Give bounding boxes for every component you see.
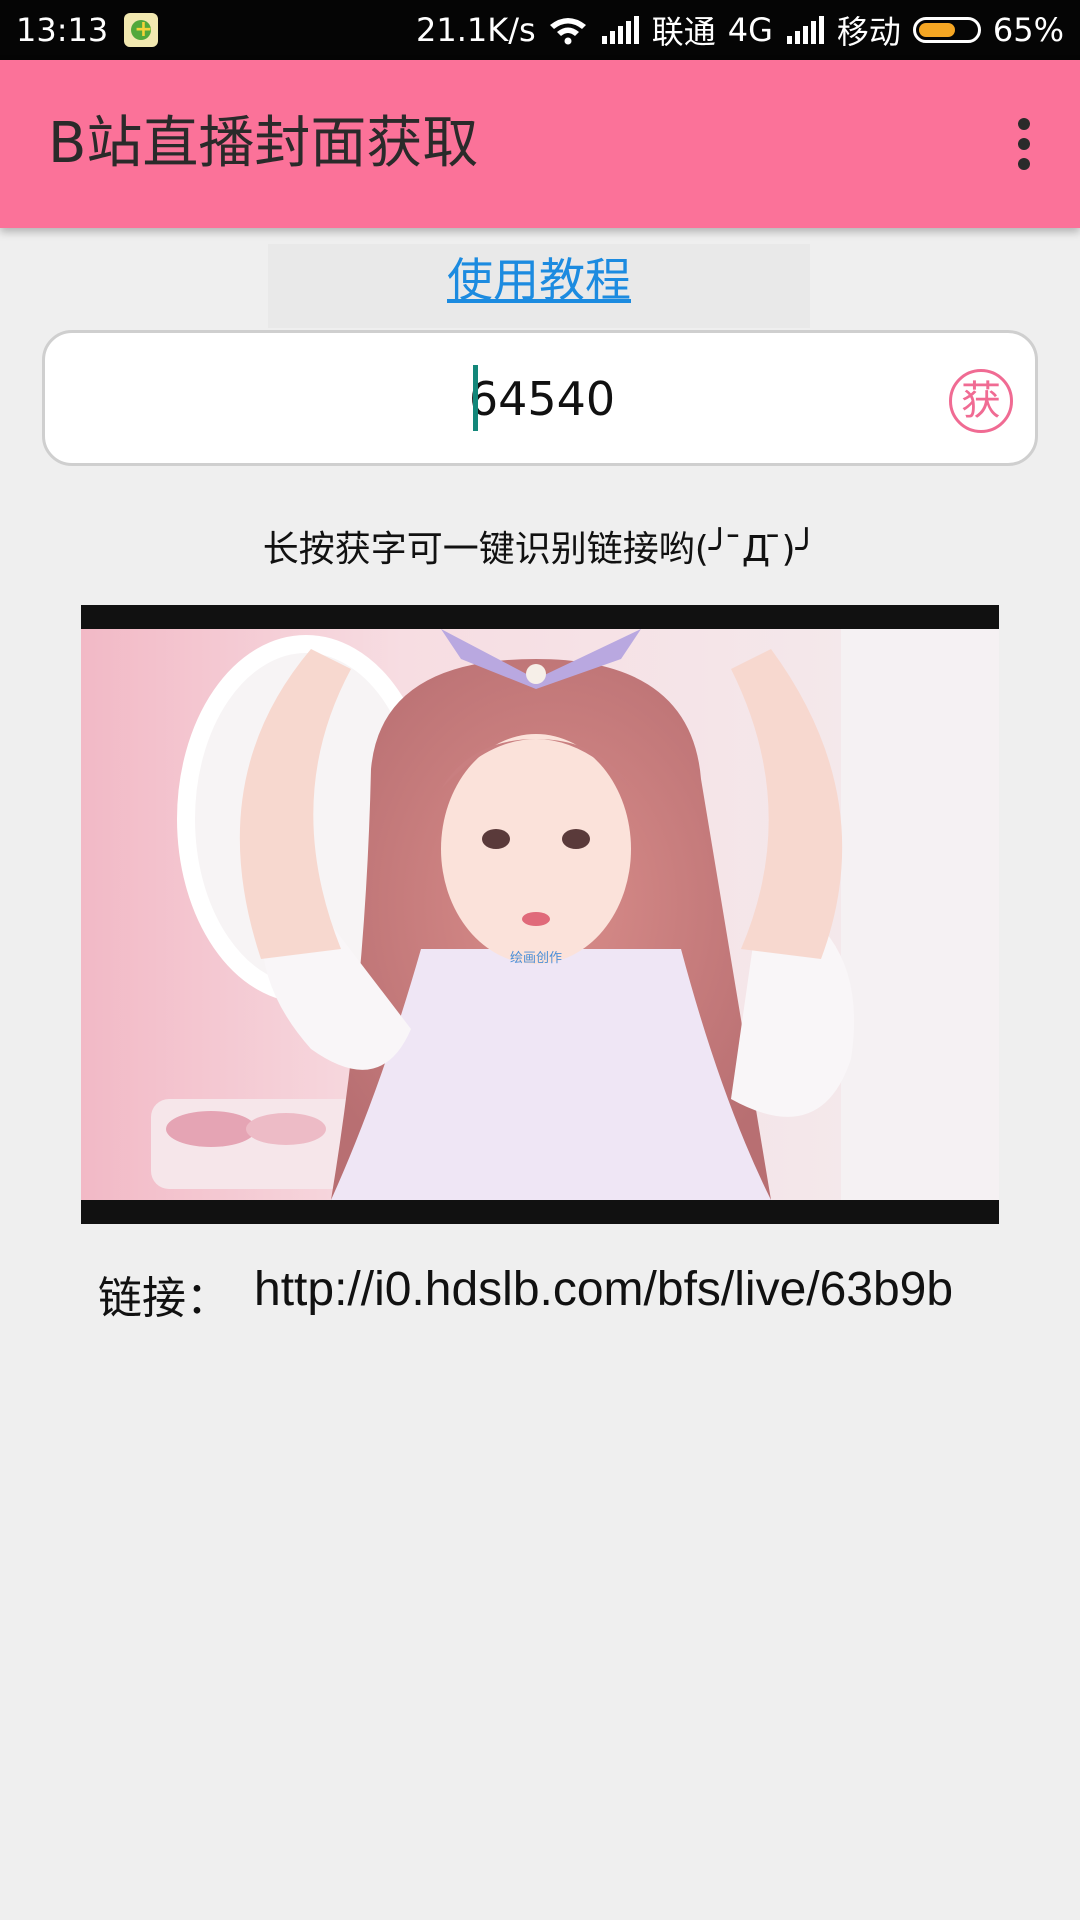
link-label: 链接： [98,1273,230,1324]
status-bar: 13:13 + 21.1K/s 联通 4G 移动 65% [0,0,1080,60]
status-right: 21.1K/s 联通 4G 移动 65% [404,0,1064,60]
status-left: 13:13 + [16,0,159,60]
tutorial-container: 使用教程 [268,244,810,328]
cover-watermark: 绘画创作 [510,951,562,966]
wifi-icon [549,18,586,45]
network-type: 4G [727,11,773,49]
link-url[interactable]: http://i0.hdslb.com/bfs/live/63b9b [254,1262,986,1317]
carrier-1: 联通 [651,13,716,51]
signal-icon [601,16,639,44]
more-vert-icon[interactable] [994,114,1054,174]
battery-fill [918,23,955,37]
room-id-field: 获 [42,330,1039,466]
battery-percent: 65% [992,11,1064,49]
hint-text: 长按获字可一键识别链接哟(╯ ̄Д ̄)╯ [262,529,818,570]
signal-icon [786,16,824,44]
carrier-2: 移动 [836,13,901,51]
tutorial-link[interactable]: 使用教程 [447,253,631,307]
toolbar-title: B站直播封面获取 [48,111,479,176]
cover-image[interactable]: 绘画创作 [81,629,999,1200]
text-caret [473,365,478,431]
status-time: 13:13 [16,11,109,49]
app-notification-icon: + [124,13,159,47]
battery-icon [912,17,981,43]
cover-photo: 绘画创作 [81,629,999,1200]
net-speed: 21.1K/s [416,11,536,49]
fetch-button[interactable]: 获 [949,369,1013,433]
room-id-input[interactable] [45,333,1039,465]
app-toolbar: B站直播封面获取 [0,60,1080,228]
cover-frame: 绘画创作 [81,605,999,1224]
